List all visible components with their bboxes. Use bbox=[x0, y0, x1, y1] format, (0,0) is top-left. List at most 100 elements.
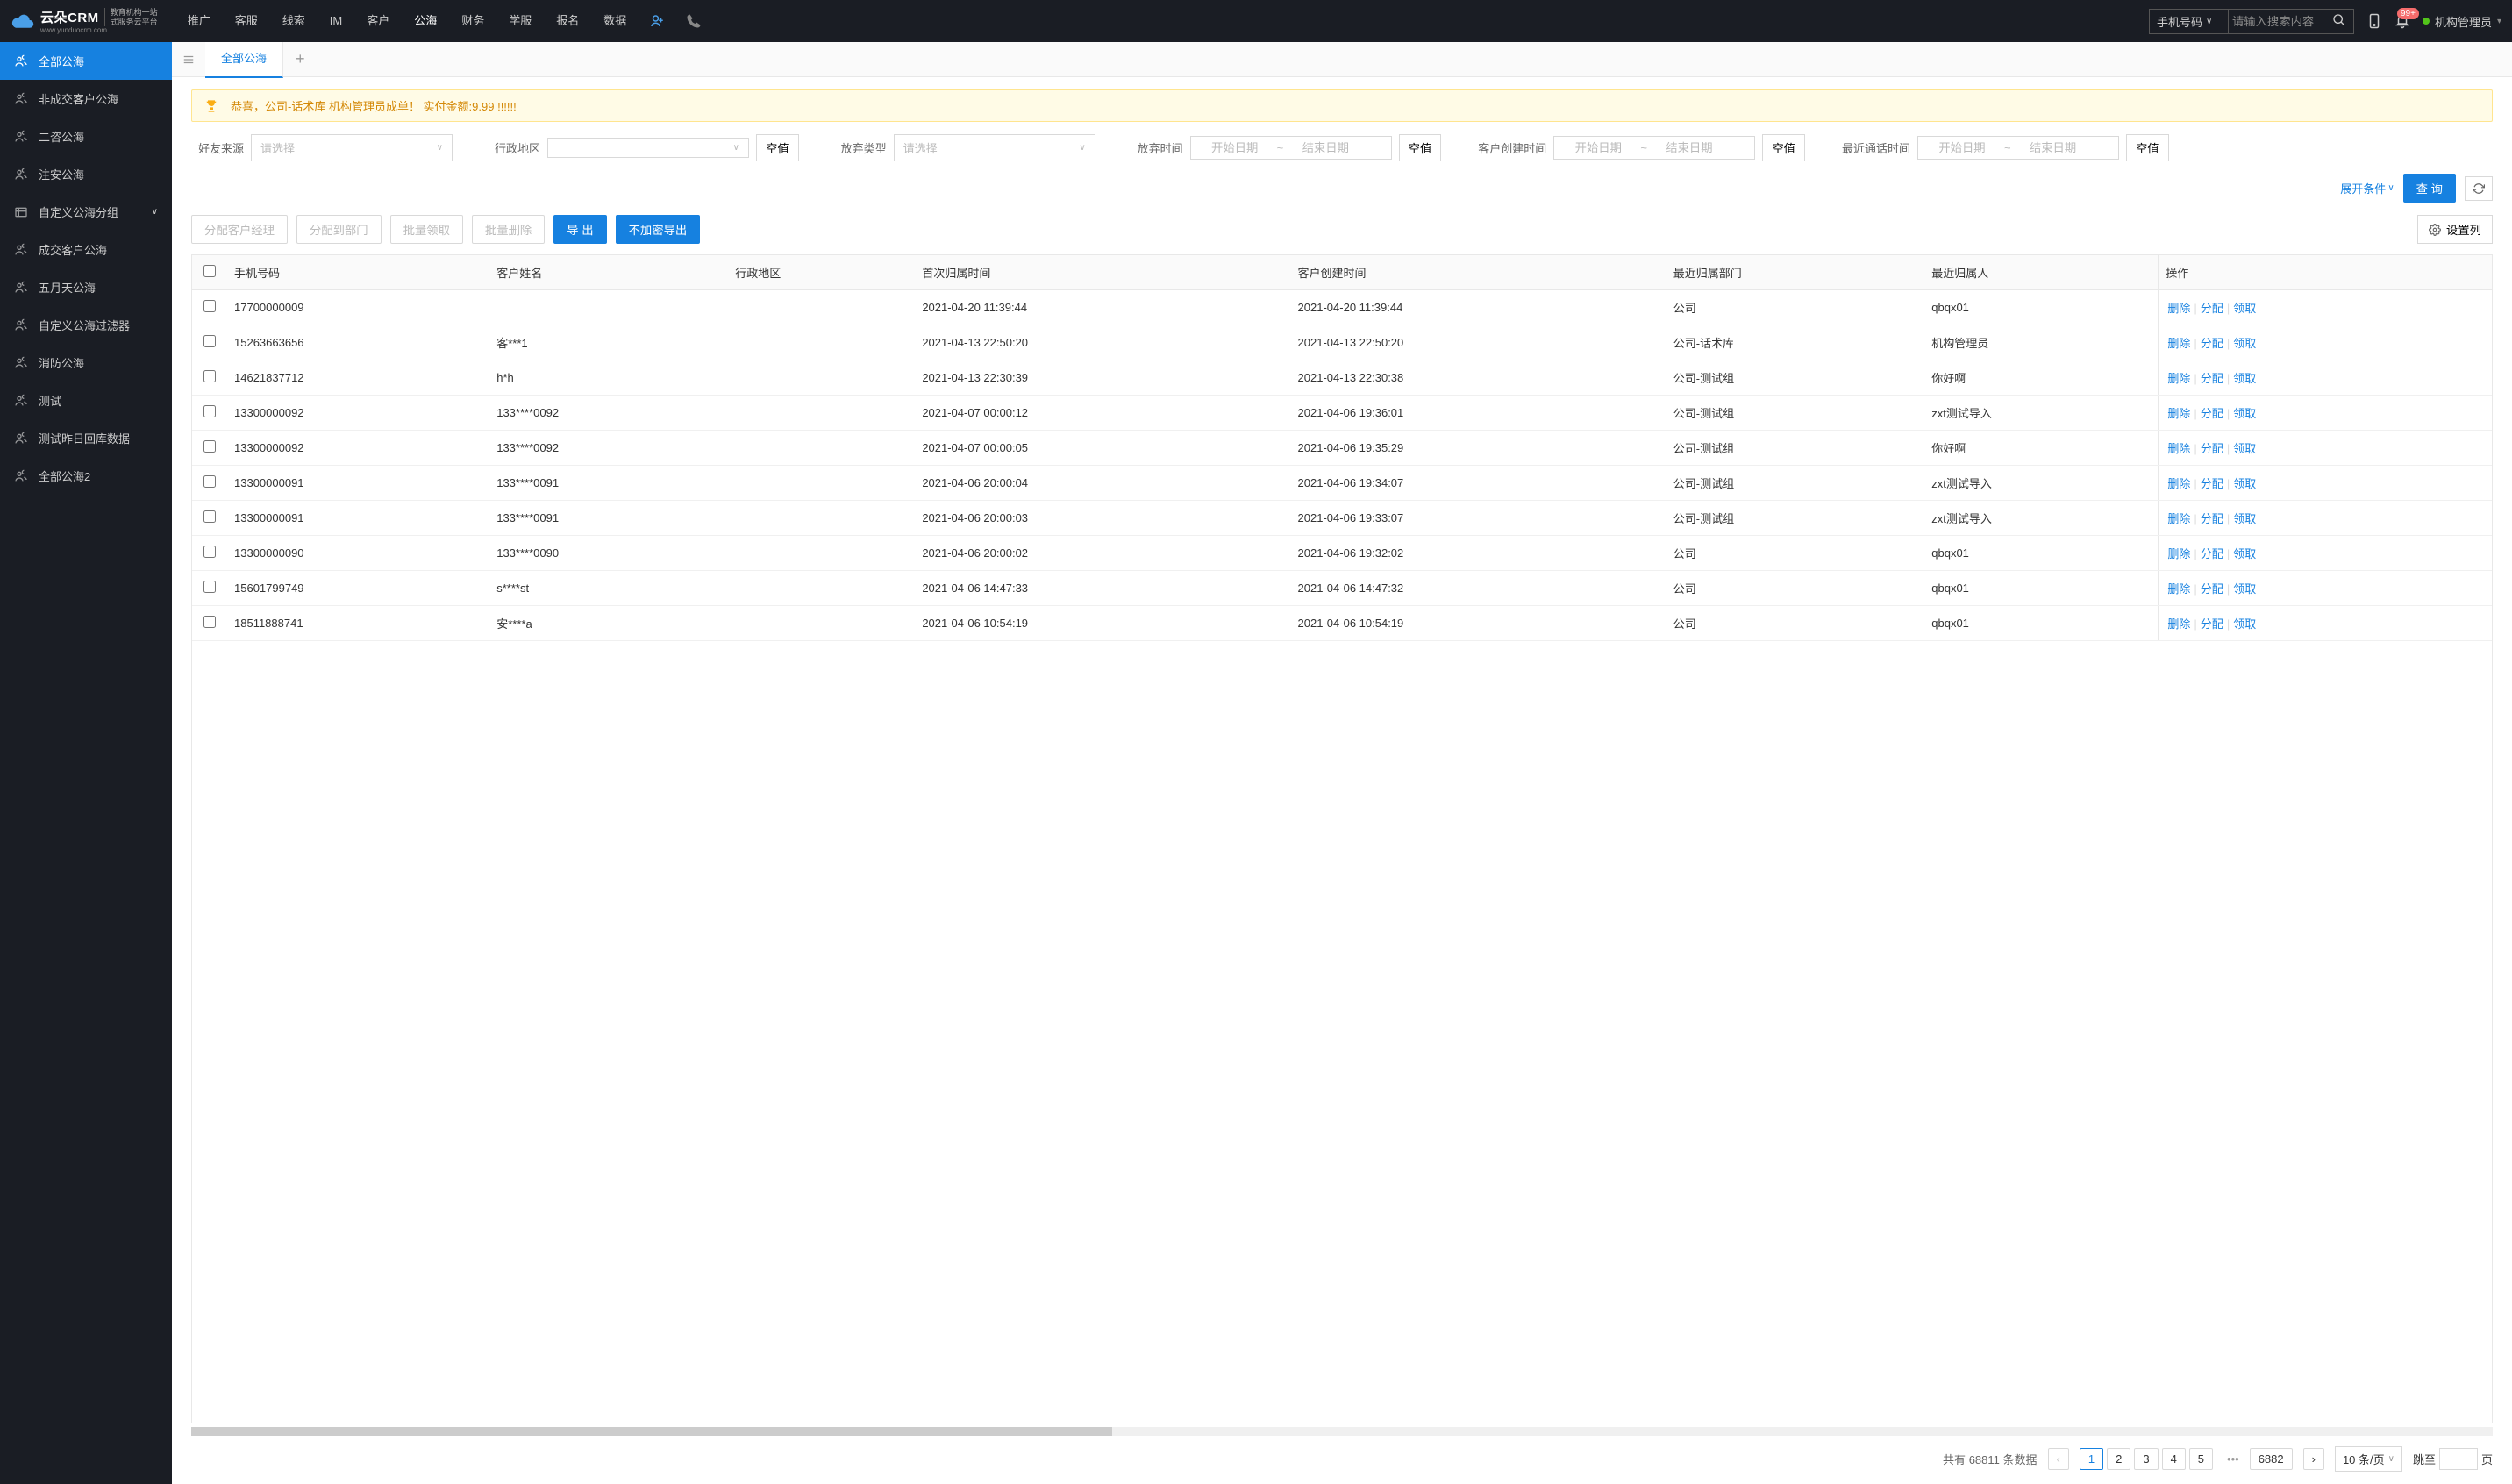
abandon-type-select[interactable]: 请选择 ∨ bbox=[894, 134, 1095, 161]
abandon-time-range[interactable]: ~ bbox=[1190, 136, 1392, 160]
claim-link[interactable]: 领取 bbox=[2231, 512, 2258, 525]
search-input[interactable] bbox=[2229, 10, 2325, 33]
sidebar-item-5[interactable]: 成交客户公海 bbox=[0, 231, 172, 268]
assign-link[interactable]: 分配 bbox=[2199, 407, 2225, 420]
abandon-start-input[interactable] bbox=[1200, 141, 1270, 154]
row-checkbox[interactable] bbox=[203, 370, 216, 382]
call-time-empty-button[interactable]: 空值 bbox=[2126, 134, 2169, 161]
call-start-input[interactable] bbox=[1927, 141, 1997, 154]
tab-menu-icon[interactable] bbox=[172, 54, 205, 66]
page-number-button[interactable]: 4 bbox=[2162, 1448, 2186, 1470]
nav-item-5[interactable]: 公海 bbox=[402, 0, 449, 42]
claim-link[interactable]: 领取 bbox=[2231, 302, 2258, 315]
search-type-select[interactable]: 手机号码 ∨ bbox=[2150, 10, 2229, 33]
sidebar-item-6[interactable]: 五月天公海 bbox=[0, 268, 172, 306]
phone-icon[interactable] bbox=[675, 13, 712, 29]
assign-manager-button[interactable]: 分配客户经理 bbox=[191, 215, 288, 244]
nav-item-2[interactable]: 线索 bbox=[270, 0, 318, 42]
mobile-icon[interactable] bbox=[2366, 13, 2382, 29]
sidebar-item-1[interactable]: 非成交客户公海 bbox=[0, 80, 172, 118]
sidebar-item-9[interactable]: 测试 bbox=[0, 382, 172, 419]
page-jump-input[interactable] bbox=[2439, 1448, 2478, 1470]
claim-link[interactable]: 领取 bbox=[2231, 477, 2258, 490]
claim-link[interactable]: 领取 bbox=[2231, 442, 2258, 455]
page-number-button[interactable]: 5 bbox=[2189, 1448, 2213, 1470]
assign-link[interactable]: 分配 bbox=[2199, 442, 2225, 455]
delete-link[interactable]: 删除 bbox=[2166, 547, 2192, 560]
assign-link[interactable]: 分配 bbox=[2199, 547, 2225, 560]
delete-link[interactable]: 删除 bbox=[2166, 302, 2192, 315]
row-checkbox[interactable] bbox=[203, 405, 216, 417]
call-time-range[interactable]: ~ bbox=[1917, 136, 2119, 160]
call-end-input[interactable] bbox=[2018, 141, 2088, 154]
select-all-checkbox[interactable] bbox=[203, 265, 216, 277]
nav-item-0[interactable]: 推广 bbox=[175, 0, 223, 42]
abandon-time-empty-button[interactable]: 空值 bbox=[1399, 134, 1442, 161]
assign-dept-button[interactable]: 分配到部门 bbox=[296, 215, 382, 244]
sidebar-item-0[interactable]: 全部公海 bbox=[0, 42, 172, 80]
delete-link[interactable]: 删除 bbox=[2166, 372, 2192, 385]
create-time-range[interactable]: ~ bbox=[1553, 136, 1755, 160]
batch-claim-button[interactable]: 批量领取 bbox=[390, 215, 463, 244]
sidebar-item-11[interactable]: 全部公海2 bbox=[0, 457, 172, 495]
delete-link[interactable]: 删除 bbox=[2166, 512, 2192, 525]
tab-add-button[interactable]: + bbox=[283, 50, 318, 68]
user-menu[interactable]: 机构管理员 ▾ bbox=[2423, 13, 2501, 30]
expand-filters-link[interactable]: 展开条件∨ bbox=[2340, 180, 2394, 196]
sidebar-item-2[interactable]: 二咨公海 bbox=[0, 118, 172, 155]
search-button[interactable] bbox=[2325, 10, 2353, 33]
sidebar-item-4[interactable]: 自定义公海分组∨ bbox=[0, 193, 172, 231]
nav-item-3[interactable]: IM bbox=[318, 0, 354, 42]
page-number-button[interactable]: 2 bbox=[2107, 1448, 2130, 1470]
delete-link[interactable]: 删除 bbox=[2166, 617, 2192, 631]
claim-link[interactable]: 领取 bbox=[2231, 617, 2258, 631]
page-number-button[interactable]: 1 bbox=[2080, 1448, 2103, 1470]
horizontal-scrollbar[interactable] bbox=[191, 1427, 2493, 1436]
row-checkbox[interactable] bbox=[203, 581, 216, 593]
add-user-icon[interactable] bbox=[639, 13, 675, 29]
batch-delete-button[interactable]: 批量删除 bbox=[472, 215, 545, 244]
create-start-input[interactable] bbox=[1563, 141, 1633, 154]
row-checkbox[interactable] bbox=[203, 616, 216, 628]
page-next-button[interactable]: › bbox=[2303, 1448, 2324, 1470]
claim-link[interactable]: 领取 bbox=[2231, 547, 2258, 560]
sidebar-item-10[interactable]: 测试昨日回库数据 bbox=[0, 419, 172, 457]
nav-item-6[interactable]: 财务 bbox=[449, 0, 496, 42]
nav-item-7[interactable]: 学服 bbox=[496, 0, 544, 42]
assign-link[interactable]: 分配 bbox=[2199, 372, 2225, 385]
page-last-button[interactable]: 6882 bbox=[2250, 1448, 2293, 1470]
create-time-empty-button[interactable]: 空值 bbox=[1762, 134, 1805, 161]
query-button[interactable]: 查 询 bbox=[2403, 174, 2456, 203]
sidebar-item-8[interactable]: 消防公海 bbox=[0, 344, 172, 382]
row-checkbox[interactable] bbox=[203, 475, 216, 488]
nav-item-1[interactable]: 客服 bbox=[223, 0, 270, 42]
column-settings-button[interactable]: 设置列 bbox=[2417, 215, 2493, 244]
export-button[interactable]: 导 出 bbox=[553, 215, 606, 244]
delete-link[interactable]: 删除 bbox=[2166, 477, 2192, 490]
logo[interactable]: 云朵CRM 教育机构一站式服务云平台 www.yunduocrm.com bbox=[11, 8, 158, 35]
bell-icon[interactable]: 99+ bbox=[2394, 13, 2410, 29]
refresh-button[interactable] bbox=[2465, 176, 2493, 201]
assign-link[interactable]: 分配 bbox=[2199, 617, 2225, 631]
region-select[interactable]: ∨ bbox=[547, 138, 749, 158]
delete-link[interactable]: 删除 bbox=[2166, 442, 2192, 455]
delete-link[interactable]: 删除 bbox=[2166, 337, 2192, 350]
tab-all-public[interactable]: 全部公海 bbox=[205, 42, 283, 78]
sidebar-item-3[interactable]: 注安公海 bbox=[0, 155, 172, 193]
row-checkbox[interactable] bbox=[203, 510, 216, 523]
assign-link[interactable]: 分配 bbox=[2199, 337, 2225, 350]
row-checkbox[interactable] bbox=[203, 546, 216, 558]
delete-link[interactable]: 删除 bbox=[2166, 582, 2192, 596]
page-prev-button[interactable]: ‹ bbox=[2048, 1448, 2069, 1470]
assign-link[interactable]: 分配 bbox=[2199, 302, 2225, 315]
nav-item-8[interactable]: 报名 bbox=[544, 0, 591, 42]
sidebar-item-7[interactable]: 自定义公海过滤器 bbox=[0, 306, 172, 344]
claim-link[interactable]: 领取 bbox=[2231, 407, 2258, 420]
region-empty-button[interactable]: 空值 bbox=[756, 134, 799, 161]
claim-link[interactable]: 领取 bbox=[2231, 582, 2258, 596]
assign-link[interactable]: 分配 bbox=[2199, 512, 2225, 525]
delete-link[interactable]: 删除 bbox=[2166, 407, 2192, 420]
assign-link[interactable]: 分配 bbox=[2199, 477, 2225, 490]
nav-item-9[interactable]: 数据 bbox=[591, 0, 639, 42]
nav-item-4[interactable]: 客户 bbox=[354, 0, 402, 42]
